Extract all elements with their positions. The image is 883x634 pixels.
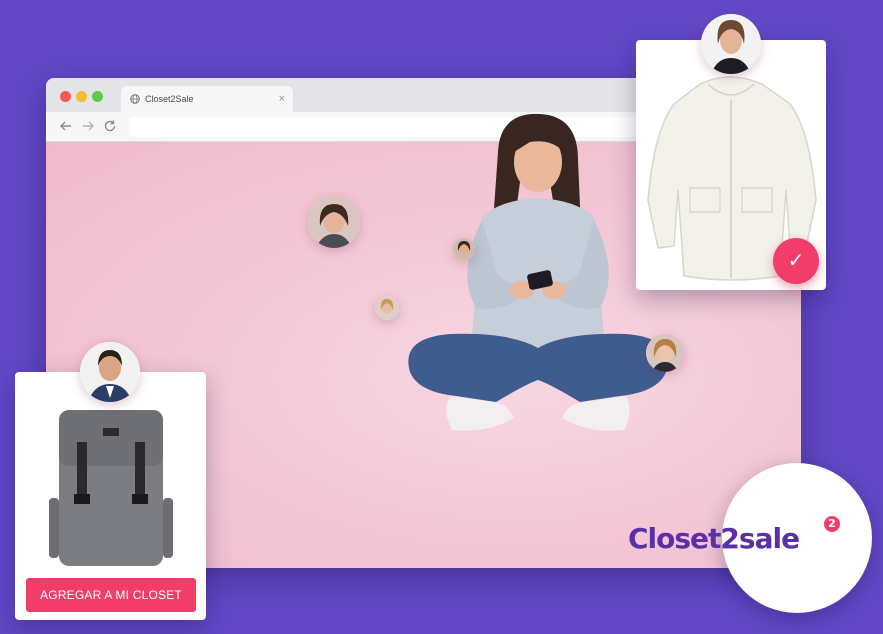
browser-tab-title: Closet2Sale bbox=[145, 94, 194, 104]
forward-arrow-icon[interactable] bbox=[80, 118, 96, 134]
window-minimize-dot[interactable] bbox=[76, 91, 87, 102]
reload-icon[interactable] bbox=[102, 118, 118, 134]
logo-badge: 2 bbox=[824, 516, 840, 532]
checkmark-button[interactable]: ✓ bbox=[773, 238, 819, 284]
add-to-closet-button[interactable]: AGREGAR A MI CLOSET bbox=[26, 578, 196, 612]
globe-icon bbox=[130, 94, 140, 104]
avatar-woman-2[interactable] bbox=[646, 334, 684, 372]
checkmark-icon: ✓ bbox=[787, 250, 805, 272]
avatar-woman-3[interactable] bbox=[701, 14, 761, 74]
person-photo-icon bbox=[308, 196, 360, 248]
gray-backpack-image bbox=[49, 410, 173, 566]
avatar-man[interactable] bbox=[80, 342, 140, 402]
tab-close-icon[interactable]: × bbox=[279, 86, 285, 112]
person-photo-icon bbox=[701, 14, 761, 74]
avatar-woman-1[interactable] bbox=[308, 196, 360, 248]
person-photo-icon bbox=[375, 296, 399, 320]
browser-tab[interactable]: Closet2Sale × bbox=[121, 86, 293, 112]
person-photo-icon bbox=[646, 334, 684, 372]
back-arrow-icon[interactable] bbox=[58, 118, 74, 134]
avatar-small-1[interactable] bbox=[453, 238, 475, 260]
closet2sale-logo: Closet2sale bbox=[628, 522, 800, 555]
person-photo-icon bbox=[453, 238, 475, 260]
window-maximize-dot[interactable] bbox=[92, 91, 103, 102]
avatar-small-2[interactable] bbox=[375, 296, 399, 320]
window-close-dot[interactable] bbox=[60, 91, 71, 102]
person-photo-icon bbox=[80, 342, 140, 402]
